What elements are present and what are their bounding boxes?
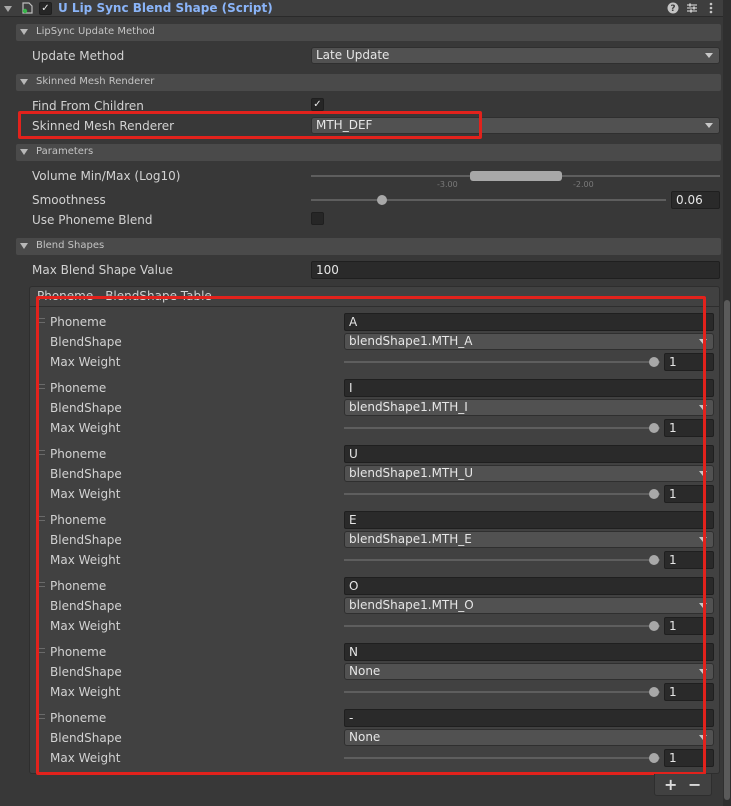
highlight-box-renderer xyxy=(18,111,482,139)
section-label: Blend Shapes xyxy=(36,240,105,251)
find-from-children-checkbox[interactable]: ✓ xyxy=(311,98,324,111)
max-blend-shape-field[interactable]: 100 xyxy=(311,261,720,279)
remove-element-button[interactable]: − xyxy=(688,776,701,794)
use-phoneme-blend-label: Use Phoneme Blend xyxy=(32,213,153,227)
section-foldout-icon xyxy=(20,243,28,249)
update-method-dropdown[interactable]: Late Update xyxy=(311,47,720,64)
volume-min-tick: -3.00 xyxy=(437,180,458,189)
section-skinned-mesh-renderer[interactable]: Skinned Mesh Renderer xyxy=(16,74,721,91)
svg-text:?: ? xyxy=(670,4,675,14)
use-phoneme-blend-checkbox[interactable] xyxy=(311,212,324,225)
section-foldout-icon xyxy=(20,29,28,35)
volume-label: Volume Min/Max (Log10) xyxy=(32,169,181,183)
max-blend-shape-label: Max Blend Shape Value xyxy=(32,263,173,277)
add-element-button[interactable]: + xyxy=(664,776,677,794)
script-icon xyxy=(20,1,34,15)
section-label: Parameters xyxy=(36,146,94,157)
update-method-value: Late Update xyxy=(316,48,390,62)
update-method-label: Update Method xyxy=(32,49,125,63)
volume-range-handle[interactable] xyxy=(470,171,562,181)
help-icon[interactable]: ? xyxy=(667,2,679,17)
smoothness-value-field[interactable]: 0.06 xyxy=(671,191,720,209)
section-update-method[interactable]: LipSync Update Method xyxy=(16,24,721,41)
smoothness-label: Smoothness xyxy=(32,193,106,207)
component-enabled-checkbox[interactable]: ✓ xyxy=(39,2,52,15)
section-blend-shapes[interactable]: Blend Shapes xyxy=(16,238,721,255)
inspector-scrollbar-thumb[interactable] xyxy=(724,300,730,800)
volume-max-tick: -2.00 xyxy=(573,180,594,189)
section-parameters[interactable]: Parameters xyxy=(16,144,721,161)
list-footer: + − xyxy=(654,774,712,796)
preset-icon[interactable] xyxy=(686,2,698,17)
chevron-down-icon xyxy=(705,53,713,58)
smoothness-slider-track[interactable] xyxy=(311,199,666,201)
smoothness-slider-thumb[interactable] xyxy=(377,195,387,205)
chevron-down-icon xyxy=(705,123,713,128)
component-header[interactable]: ✓ U Lip Sync Blend Shape (Script) ? xyxy=(0,0,731,17)
section-foldout-icon xyxy=(20,79,28,85)
component-title: U Lip Sync Blend Shape (Script) xyxy=(58,1,273,15)
foldout-arrow-icon[interactable] xyxy=(4,6,12,12)
highlight-box-table xyxy=(36,296,706,775)
section-label: LipSync Update Method xyxy=(36,26,155,37)
section-label: Skinned Mesh Renderer xyxy=(36,76,155,87)
section-foldout-icon xyxy=(20,149,28,155)
more-icon[interactable] xyxy=(708,2,714,17)
